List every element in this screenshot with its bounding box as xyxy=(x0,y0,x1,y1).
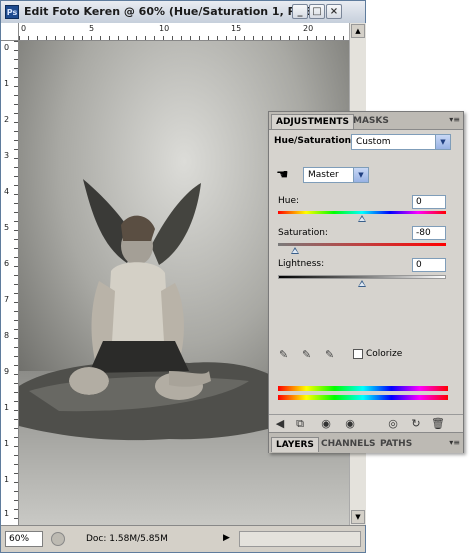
hue-slider-track[interactable] xyxy=(278,211,446,214)
window-title: Edit Foto Keren @ 60% (Hue/Saturation 1,… xyxy=(24,5,331,18)
tab-paths[interactable]: PATHS xyxy=(376,437,416,452)
expand-view-icon[interactable]: ⧉ xyxy=(293,417,307,431)
hue-slider-thumb[interactable] xyxy=(358,215,366,222)
minimize-button[interactable]: _ xyxy=(292,4,308,19)
hue-value-field[interactable]: 0 xyxy=(412,195,446,209)
tab-channels[interactable]: CHANNELS xyxy=(317,437,380,452)
lightness-slider-track[interactable] xyxy=(278,275,446,279)
close-button[interactable]: × xyxy=(326,4,342,19)
ruler-label: 0 xyxy=(4,43,10,52)
chevron-down-icon[interactable]: ▼ xyxy=(353,168,368,182)
layers-panel-tab-bar: LAYERS CHANNELS PATHS ▾≡ xyxy=(269,432,463,453)
ruler-label: 5 xyxy=(89,24,95,33)
photoshop-app-icon: Ps xyxy=(5,5,19,19)
view-previous-state-icon[interactable]: ◎ xyxy=(386,417,400,431)
lightness-slider-thumb[interactable] xyxy=(358,280,366,287)
ruler-label: 1 xyxy=(4,403,10,412)
zoom-level-field[interactable]: 60% xyxy=(5,531,43,547)
ruler-label: 8 xyxy=(4,331,10,340)
document-size-info: Doc: 1.58M/5.85M xyxy=(86,534,168,544)
trash-icon[interactable]: 🗑 xyxy=(431,417,445,431)
chevron-down-icon[interactable]: ▼ xyxy=(435,135,450,149)
title-bar[interactable]: Ps Edit Foto Keren @ 60% (Hue/Saturation… xyxy=(1,1,365,24)
adjustment-title: Hue/Saturation xyxy=(274,136,352,146)
saturation-label: Saturation: xyxy=(278,228,328,238)
hue-label: Hue: xyxy=(278,196,300,206)
channel-value: Master xyxy=(308,170,339,180)
panel-menu-icon[interactable]: ▾≡ xyxy=(449,115,460,124)
horizontal-ruler[interactable]: 0 5 10 15 20 xyxy=(19,23,349,41)
lightness-label: Lightness: xyxy=(278,259,325,269)
ruler-label: 0 xyxy=(21,24,27,33)
colorize-label: Colorize xyxy=(366,349,403,359)
ruler-origin[interactable] xyxy=(1,23,19,41)
ruler-label: 1 xyxy=(4,439,10,448)
scroll-down-arrow-icon[interactable]: ▼ xyxy=(351,510,365,524)
ruler-label: 20 xyxy=(303,24,314,33)
ruler-label: 10 xyxy=(159,24,170,33)
back-arrow-icon[interactable]: ◀ xyxy=(273,417,287,431)
colorize-checkbox[interactable] xyxy=(353,349,363,359)
tab-masks[interactable]: MASKS xyxy=(349,114,393,129)
preset-value: Custom xyxy=(356,137,391,147)
eyedropper-icon[interactable]: ✎ xyxy=(279,348,295,362)
ruler-label: 6 xyxy=(4,259,10,268)
ruler-label: 5 xyxy=(4,223,10,232)
saturation-value-field[interactable]: -80 xyxy=(412,226,446,240)
scroll-up-arrow-icon[interactable]: ▲ xyxy=(351,24,365,38)
ruler-label: 2 xyxy=(4,115,10,124)
ruler-label: 1 xyxy=(4,79,10,88)
ruler-label: 15 xyxy=(231,24,242,33)
reset-icon[interactable]: ↻ xyxy=(409,417,423,431)
adjustments-panel: ADJUSTMENTS MASKS ▾≡ Hue/Saturation Cust… xyxy=(268,111,464,453)
horizontal-scrollbar[interactable] xyxy=(239,531,361,547)
preset-select[interactable]: Custom ▼ xyxy=(351,134,451,150)
saturation-slider-thumb[interactable] xyxy=(291,247,299,254)
panel-footer-toolbar: ◀ ⧉ ◉ ◉ ◎ ↻ 🗑 xyxy=(269,414,463,433)
ruler-label: 3 xyxy=(4,151,10,160)
tab-layers[interactable]: LAYERS xyxy=(271,437,319,452)
ruler-label: 4 xyxy=(4,187,10,196)
targeted-adjustment-hand-icon[interactable]: ☚ xyxy=(276,166,294,184)
ruler-label: 1 xyxy=(4,475,10,484)
saturation-slider-track[interactable] xyxy=(278,243,446,246)
panel-tab-bar: ADJUSTMENTS MASKS ▾≡ xyxy=(269,112,463,130)
clip-to-layer-icon[interactable]: ◉ xyxy=(319,417,333,431)
maximize-button[interactable]: □ xyxy=(309,4,325,19)
ruler-label: 9 xyxy=(4,367,10,376)
result-color-spectrum xyxy=(278,395,448,400)
status-bar: 60% Doc: 1.58M/5.85M ▶ xyxy=(1,525,365,552)
visibility-eye-icon[interactable]: ◉ xyxy=(343,417,357,431)
source-color-spectrum xyxy=(278,386,448,391)
ruler-label: 1 xyxy=(4,509,10,518)
status-info-icon[interactable] xyxy=(51,532,65,546)
panel-menu-icon[interactable]: ▾≡ xyxy=(449,438,460,447)
status-menu-arrow-icon[interactable]: ▶ xyxy=(223,533,230,543)
channel-select[interactable]: Master ▼ xyxy=(303,167,369,183)
tab-adjustments[interactable]: ADJUSTMENTS xyxy=(271,114,354,129)
ruler-label: 7 xyxy=(4,295,10,304)
eyedropper-minus-icon[interactable]: ✎ xyxy=(325,348,341,362)
lightness-value-field[interactable]: 0 xyxy=(412,258,446,272)
vertical-ruler[interactable]: 0 1 2 3 4 5 6 7 8 9 1 1 1 1 xyxy=(1,41,19,525)
eyedropper-plus-icon[interactable]: ✎ xyxy=(302,348,318,362)
